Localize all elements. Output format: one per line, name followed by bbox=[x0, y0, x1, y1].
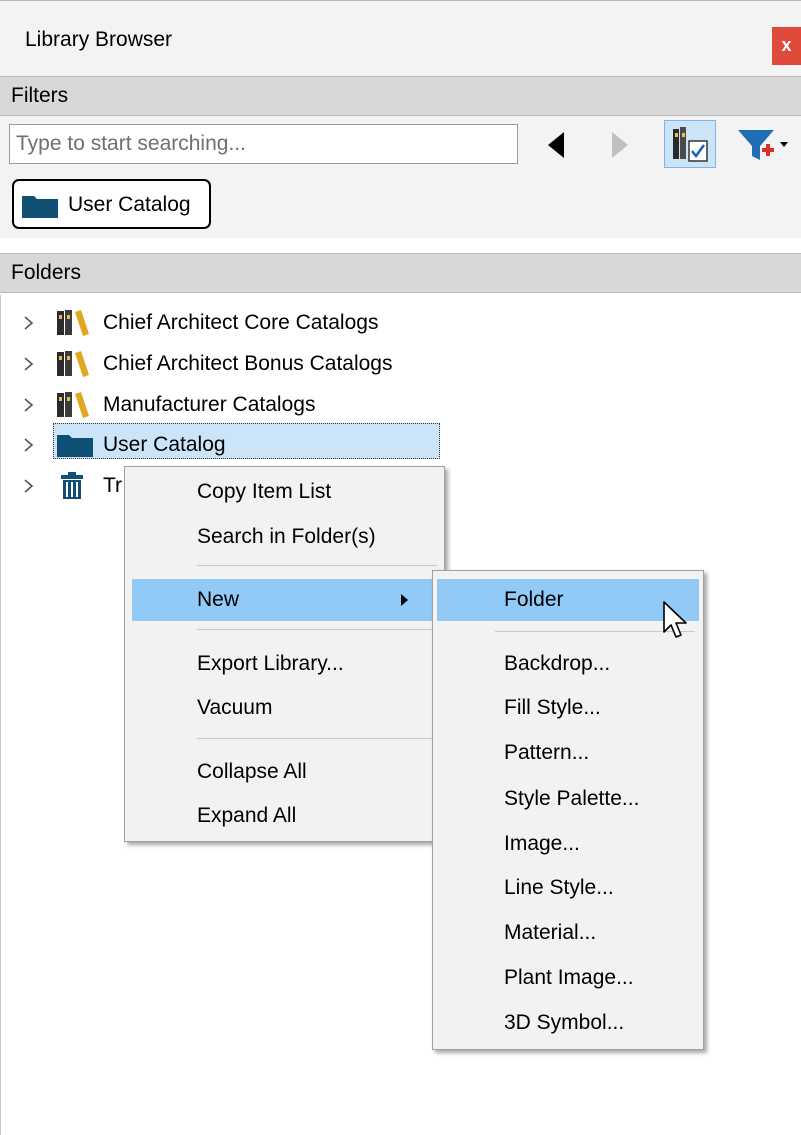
chip-label: User Catalog bbox=[68, 193, 191, 216]
window-title: Library Browser bbox=[25, 28, 173, 51]
title-bar: Library Browser x bbox=[0, 0, 801, 76]
filters-header: Filters bbox=[0, 76, 801, 116]
submenu-item-folder[interactable]: Folder bbox=[437, 579, 699, 621]
context-menu: Copy Item List Search in Folder(s) New E… bbox=[124, 466, 445, 842]
user-catalog-filter-chip[interactable]: User Catalog bbox=[12, 179, 211, 229]
catalog-books-icon bbox=[57, 392, 89, 418]
trash-icon bbox=[61, 472, 83, 499]
folder-icon bbox=[22, 196, 58, 218]
folders-header: Folders bbox=[0, 253, 801, 293]
menu-item-label: New bbox=[197, 588, 240, 611]
tree-item-label: Chief Architect Core Catalogs bbox=[103, 311, 379, 334]
submenu-item-pattern[interactable]: Pattern... bbox=[504, 732, 589, 774]
menu-item-vacuum[interactable]: Vacuum bbox=[197, 687, 272, 729]
tree-item-user-catalog[interactable]: User Catalog bbox=[1, 425, 801, 465]
chevron-right-icon[interactable] bbox=[23, 437, 35, 453]
filters-panel: User Catalog bbox=[0, 116, 801, 238]
tree-item-label: Manufacturer Catalogs bbox=[103, 393, 316, 416]
catalog-checklist-icon bbox=[673, 127, 708, 162]
submenu-item-material[interactable]: Material... bbox=[504, 912, 596, 954]
submenu-item-line-style[interactable]: Line Style... bbox=[504, 867, 614, 909]
new-submenu: Folder Backdrop... Fill Style... Pattern… bbox=[432, 570, 704, 1050]
menu-item-copy-item-list[interactable]: Copy Item List bbox=[197, 471, 331, 513]
tree-item[interactable]: Chief Architect Bonus Catalogs bbox=[1, 344, 801, 384]
tree-item-label: Tr bbox=[103, 474, 123, 497]
menu-separator bbox=[197, 738, 437, 739]
tree-item[interactable]: Chief Architect Core Catalogs bbox=[1, 303, 801, 343]
tree-item[interactable]: Manufacturer Catalogs bbox=[1, 385, 801, 425]
submenu-item-fill-style[interactable]: Fill Style... bbox=[504, 687, 601, 729]
catalog-books-icon bbox=[57, 351, 89, 377]
filter-add-icon[interactable] bbox=[736, 128, 788, 164]
submenu-item-style-palette[interactable]: Style Palette... bbox=[504, 778, 639, 820]
chevron-right-icon[interactable] bbox=[23, 315, 35, 331]
chevron-right-icon[interactable] bbox=[23, 478, 35, 494]
forward-arrow-icon[interactable] bbox=[610, 130, 630, 160]
menu-item-expand-all[interactable]: Expand All bbox=[197, 795, 296, 837]
submenu-item-plant-image[interactable]: Plant Image... bbox=[504, 957, 634, 999]
menu-item-search-in-folders[interactable]: Search in Folder(s) bbox=[197, 516, 376, 558]
close-button[interactable]: x bbox=[772, 27, 801, 65]
menu-separator bbox=[197, 565, 437, 566]
menu-item-collapse-all[interactable]: Collapse All bbox=[197, 751, 307, 793]
search-input[interactable] bbox=[9, 124, 518, 164]
menu-item-new[interactable]: New bbox=[132, 579, 438, 621]
tree-item-label: Chief Architect Bonus Catalogs bbox=[103, 352, 393, 375]
chevron-right-icon[interactable] bbox=[23, 356, 35, 372]
folder-icon bbox=[57, 435, 93, 457]
catalog-toggle-button[interactable] bbox=[664, 120, 716, 168]
menu-separator bbox=[197, 629, 437, 630]
submenu-item-backdrop[interactable]: Backdrop... bbox=[504, 643, 610, 685]
mouse-pointer-icon bbox=[663, 601, 687, 638]
tree-item-label: User Catalog bbox=[103, 433, 226, 456]
submenu-item-image[interactable]: Image... bbox=[504, 823, 580, 865]
back-arrow-icon[interactable] bbox=[546, 130, 566, 160]
submenu-item-3d-symbol[interactable]: 3D Symbol... bbox=[504, 1002, 624, 1044]
chevron-right-icon[interactable] bbox=[23, 397, 35, 413]
menu-item-label: Folder bbox=[504, 588, 564, 611]
submenu-arrow-icon bbox=[401, 594, 408, 606]
menu-item-export-library[interactable]: Export Library... bbox=[197, 643, 344, 685]
catalog-books-icon bbox=[57, 310, 89, 336]
